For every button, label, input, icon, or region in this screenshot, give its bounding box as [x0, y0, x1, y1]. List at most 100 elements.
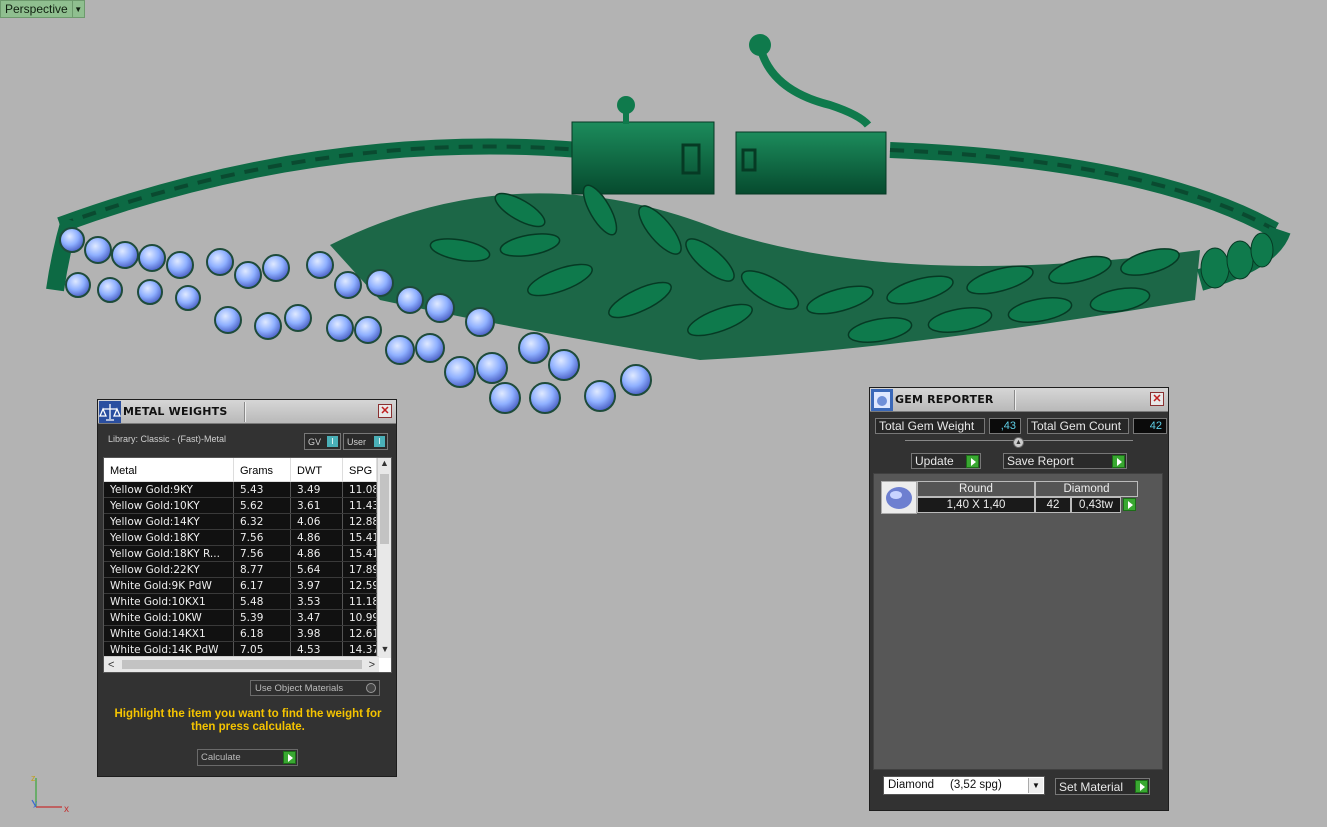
- dwt-cell: 4.53: [291, 642, 343, 657]
- gem-report-icon: [871, 388, 893, 411]
- grams-cell: 7.56: [234, 546, 291, 561]
- metal-name-cell: White Gold:10KW: [104, 610, 234, 625]
- table-row[interactable]: White Gold:9K PdW 6.17 3.97 12.59: [104, 578, 391, 594]
- splitter-handle-icon[interactable]: ▲: [1013, 437, 1024, 448]
- metal-name-cell: Yellow Gold:9KY: [104, 482, 234, 497]
- grams-cell: 7.05: [234, 642, 291, 657]
- scroll-left-icon[interactable]: <: [108, 659, 114, 671]
- table-row[interactable]: Yellow Gold:9KY 5.43 3.49 11.08: [104, 482, 391, 498]
- gem-shape: Round: [917, 481, 1035, 497]
- gem-reporter-close-button[interactable]: ✕: [1150, 392, 1164, 406]
- play-icon[interactable]: [283, 751, 296, 764]
- material-select-value: Diamond (3,52 spg): [888, 779, 1002, 791]
- grams-cell: 7.56: [234, 530, 291, 545]
- column-header-dwt[interactable]: DWT: [291, 458, 343, 481]
- metal-name-cell: Yellow Gold:18KY R...: [104, 546, 234, 561]
- metal-name-cell: White Gold:9K PdW: [104, 578, 234, 593]
- viewport-name[interactable]: Perspective: [0, 0, 73, 18]
- gem-select-button[interactable]: [1121, 497, 1138, 513]
- spg-cell: 15.41: [343, 530, 377, 545]
- grams-cell: 5.48: [234, 594, 291, 609]
- play-icon[interactable]: [1123, 498, 1136, 511]
- play-icon[interactable]: [1135, 780, 1148, 793]
- user-toggle[interactable]: User I: [343, 433, 388, 450]
- update-label: Update: [915, 454, 954, 468]
- total-gem-count-label: Total Gem Count: [1027, 418, 1129, 434]
- dwt-cell: 4.86: [291, 530, 343, 545]
- table-row[interactable]: White Gold:10KW 5.39 3.47 10.99: [104, 610, 391, 626]
- grams-cell: 5.62: [234, 498, 291, 513]
- grams-cell: 5.39: [234, 610, 291, 625]
- instruction-text: Highlight the item you want to find the …: [114, 708, 382, 733]
- grams-cell: 6.17: [234, 578, 291, 593]
- use-object-materials-option[interactable]: Use Object Materials: [250, 680, 380, 696]
- table-row[interactable]: White Gold:10KX1 5.48 3.53 11.18: [104, 594, 391, 610]
- dwt-cell: 4.06: [291, 514, 343, 529]
- metal-weights-titlebar[interactable]: METAL WEIGHTS ✕: [98, 400, 396, 424]
- dwt-cell: 3.47: [291, 610, 343, 625]
- chevron-down-icon[interactable]: ▼: [1028, 778, 1043, 793]
- total-gem-count-value: 42: [1133, 418, 1167, 434]
- column-header-metal[interactable]: Metal: [104, 458, 234, 481]
- set-material-label: Set Material: [1059, 779, 1124, 794]
- table-row[interactable]: Yellow Gold:18KY R... 7.56 4.86 15.41: [104, 546, 391, 562]
- spg-cell: 11.43: [343, 498, 377, 513]
- total-gem-weight-value: ,43: [989, 418, 1021, 434]
- metal-name-cell: Yellow Gold:22KY: [104, 562, 234, 577]
- viewport-dropdown-icon[interactable]: ▼: [72, 0, 85, 18]
- gv-toggle[interactable]: GV I: [304, 433, 341, 450]
- spg-cell: 10.99: [343, 610, 377, 625]
- material-select[interactable]: Diamond (3,52 spg) ▼: [883, 776, 1045, 795]
- scroll-down-icon[interactable]: ▼: [378, 644, 391, 658]
- user-label: User: [347, 436, 367, 447]
- metal-name-cell: White Gold:14KX1: [104, 626, 234, 641]
- gv-indicator-icon: I: [327, 436, 338, 447]
- update-button[interactable]: Update: [911, 453, 981, 469]
- metal-table[interactable]: Metal Grams DWT SPG Yellow Gold:9KY 5.43 3…: [103, 457, 392, 673]
- table-row[interactable]: Yellow Gold:14KY 6.32 4.06 12.88: [104, 514, 391, 530]
- viewport-label[interactable]: Perspective ▼: [0, 0, 85, 18]
- metal-name-cell: Yellow Gold:18KY: [104, 530, 234, 545]
- gem-reporter-titlebar[interactable]: GEM REPORTER ✕: [870, 388, 1168, 412]
- spg-cell: 17.89: [343, 562, 377, 577]
- gem-entry[interactable]: Round Diamond 1,40 X 1,40 42 0,43tw: [881, 481, 1138, 514]
- dwt-cell: 3.53: [291, 594, 343, 609]
- spg-cell: 15.41: [343, 546, 377, 561]
- scroll-thumb[interactable]: [380, 474, 389, 544]
- column-header-spg[interactable]: SPG: [343, 458, 377, 481]
- play-icon[interactable]: [1112, 455, 1125, 468]
- use-object-materials-radio[interactable]: [366, 683, 376, 693]
- table-row[interactable]: White Gold:14KX1 6.18 3.98 12.61: [104, 626, 391, 642]
- table-row[interactable]: Yellow Gold:18KY 7.56 4.86 15.41: [104, 530, 391, 546]
- dwt-cell: 3.49: [291, 482, 343, 497]
- spg-cell: 12.61: [343, 626, 377, 641]
- metal-name-cell: Yellow Gold:14KY: [104, 514, 234, 529]
- metal-table-horizontal-scrollbar[interactable]: < >: [104, 656, 379, 672]
- scroll-right-icon[interactable]: >: [369, 659, 375, 671]
- grams-cell: 6.18: [234, 626, 291, 641]
- gem-material: Diamond: [1035, 481, 1138, 497]
- calculate-label: Calculate: [201, 752, 241, 763]
- metal-name-cell: White Gold:14K PdW: [104, 642, 234, 657]
- column-header-grams[interactable]: Grams: [234, 458, 291, 481]
- play-icon[interactable]: [966, 455, 979, 468]
- metal-weights-close-button[interactable]: ✕: [378, 404, 392, 418]
- table-row[interactable]: Yellow Gold:10KY 5.62 3.61 11.43: [104, 498, 391, 514]
- dwt-cell: 4.86: [291, 546, 343, 561]
- set-material-button[interactable]: Set Material: [1055, 778, 1150, 795]
- grams-cell: 6.32: [234, 514, 291, 529]
- metal-name-cell: White Gold:10KX1: [104, 594, 234, 609]
- metal-table-vertical-scrollbar[interactable]: ▲ ▼: [377, 458, 391, 658]
- svg-text:x: x: [64, 804, 69, 815]
- axis-gizmo-icon: z x y: [31, 773, 69, 815]
- dwt-cell: 5.64: [291, 562, 343, 577]
- horizontal-scroll-thumb[interactable]: [122, 660, 362, 669]
- scroll-up-icon[interactable]: ▲: [378, 458, 391, 472]
- dwt-cell: 3.97: [291, 578, 343, 593]
- total-gem-weight-label: Total Gem Weight: [875, 418, 985, 434]
- titlebar-divider: [244, 402, 246, 422]
- save-report-button[interactable]: Save Report: [1003, 453, 1127, 469]
- gem-reporter-title: GEM REPORTER: [895, 393, 994, 406]
- table-row[interactable]: Yellow Gold:22KY 8.77 5.64 17.89: [104, 562, 391, 578]
- calculate-button[interactable]: Calculate: [197, 749, 298, 766]
